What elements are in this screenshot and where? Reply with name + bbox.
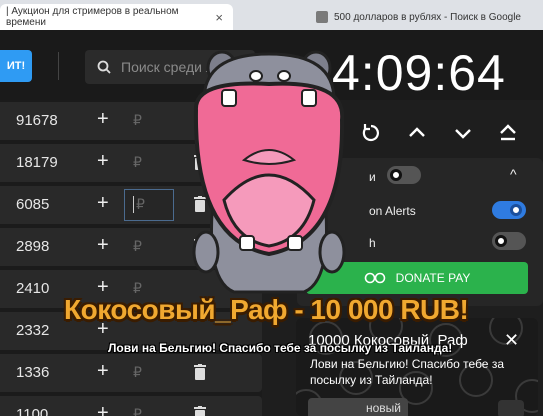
reset-icon[interactable] [360, 122, 382, 144]
close-icon[interactable]: ✕ [504, 330, 519, 351]
lot-amount: 2332 [16, 322, 50, 339]
chevron-down-icon[interactable] [452, 122, 474, 144]
donation-alert-message: Лови на Бельгию! Спасибо тебе за посылку… [108, 341, 453, 355]
lot-amount: 1100 [16, 406, 49, 416]
lot-amount: 91678 [16, 112, 58, 129]
trash-icon[interactable] [194, 364, 206, 380]
toggle-switch[interactable] [492, 232, 526, 250]
browser-tab-google[interactable]: 500 долларов в рублях - Поиск в Google [312, 4, 543, 30]
list-item: 1100 + ₽ [0, 396, 262, 416]
browser-tab-auction[interactable]: | Аукцион для стримеров в реальном време… [0, 4, 233, 30]
add-amount-button[interactable]: + [97, 360, 109, 383]
tab-close-icon[interactable]: × [215, 10, 223, 25]
notification-action-button[interactable] [498, 400, 524, 416]
donatepay-icon [364, 272, 385, 284]
setting-label-alerts: on Alerts [369, 204, 416, 218]
notification-message: Лови на Бельгию! Спасибо тебе за посылку… [310, 357, 504, 387]
add-amount-button[interactable]: + [97, 150, 109, 173]
lot-amount: 6085 [16, 196, 50, 213]
status-select[interactable]: новый [308, 398, 408, 416]
search-icon [97, 60, 111, 74]
lot-bid-input[interactable]: ₽ [133, 238, 142, 255]
donation-alert-headline: Кокосовый_Раф - 10 000 RUB! [64, 294, 469, 325]
chevron-up-icon[interactable] [406, 122, 428, 144]
lot-amount: 2410 [16, 280, 50, 297]
add-amount-button[interactable]: + [97, 108, 109, 131]
browser-tabbar: | Аукцион для стримеров в реальном време… [0, 0, 543, 30]
donation-notification: 10000 Кокосовый_Раф ✕ Лови на Бельгию! С… [296, 318, 538, 416]
add-amount-button[interactable]: + [97, 402, 109, 416]
setting-label: h [369, 236, 376, 250]
double-chevron-up-icon[interactable] [497, 122, 519, 144]
start-button[interactable]: ИТ! [0, 50, 32, 82]
alerts-toggle[interactable] [492, 201, 526, 219]
lot-bid-input[interactable]: ₽ [133, 406, 142, 416]
lot-bid-input[interactable]: ₽ [133, 112, 142, 129]
lot-amount: 2898 [16, 238, 50, 255]
toolbar-divider [58, 52, 59, 80]
setting-label: и [369, 170, 376, 184]
list-item: 1336 + ₽ [0, 354, 262, 392]
google-favicon-icon [316, 11, 328, 23]
app-root: | Аукцион для стримеров в реальном време… [0, 0, 543, 416]
hippo-sticker-icon [192, 50, 346, 294]
tab-title: | Аукцион для стримеров в реальном време… [6, 6, 179, 28]
currency-symbol: ₽ [133, 196, 145, 213]
collapse-icon[interactable]: ^ [510, 166, 517, 182]
add-amount-button[interactable]: + [97, 234, 109, 257]
lot-bid-input[interactable]: ₽ [133, 154, 142, 171]
add-amount-button[interactable]: + [97, 192, 109, 215]
lot-bid-input-focused[interactable]: ₽ [124, 189, 174, 221]
toggle-switch[interactable] [387, 166, 421, 184]
lot-amount: 1336 [16, 364, 50, 381]
trash-icon[interactable] [194, 406, 206, 416]
auction-timer: 4:09:64 [332, 45, 506, 101]
donate-pay-label: DONATE PAY [395, 271, 471, 285]
tab-title: 500 долларов в рублях - Поиск в Google [334, 11, 521, 23]
lot-amount: 18179 [16, 154, 58, 171]
lot-bid-input[interactable]: ₽ [133, 364, 142, 381]
